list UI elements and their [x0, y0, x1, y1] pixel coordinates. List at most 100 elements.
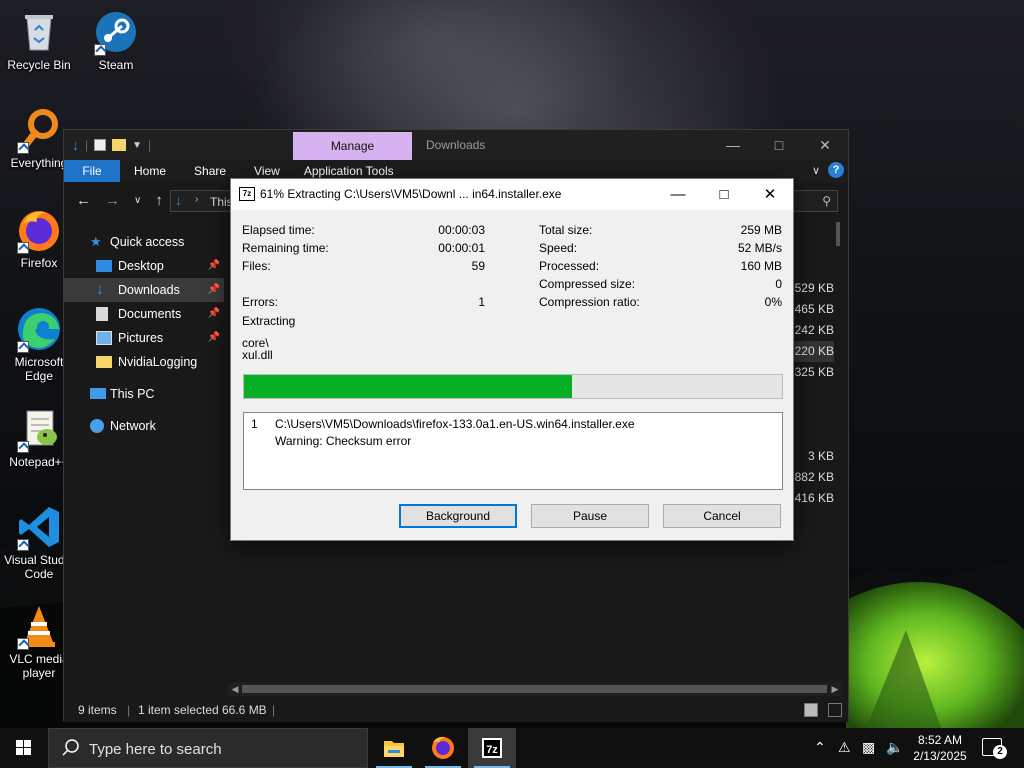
sidebar-item-pictures[interactable]: Pictures 📌: [64, 326, 224, 350]
sidebar-item-label: This PC: [110, 387, 155, 401]
taskbar-search-box[interactable]: Type here to search: [48, 728, 368, 768]
taskbar-file-explorer[interactable]: [370, 728, 418, 768]
compressed-size-value: 0: [775, 277, 782, 291]
properties-icon[interactable]: [94, 139, 107, 151]
svg-text:7z: 7z: [486, 744, 498, 756]
network-icon[interactable]: ▩: [862, 739, 875, 756]
processed-value: 160 MB: [740, 259, 782, 273]
message-path: C:\Users\VM5\Downloads\firefox-133.0a1.e…: [275, 417, 635, 431]
notification-center-button[interactable]: 2: [982, 738, 1007, 759]
tab-manage[interactable]: Manage: [293, 132, 412, 160]
expand-ribbon-icon[interactable]: ∨: [812, 164, 820, 177]
details-view-button[interactable]: [804, 703, 818, 717]
maximize-button[interactable]: □: [756, 130, 802, 160]
taskbar-7zip[interactable]: 7z: [468, 728, 516, 768]
desktop-icon-label: Steam: [98, 58, 134, 72]
documents-icon: [96, 307, 108, 321]
extract-progress-dialog[interactable]: 7z 61% Extracting C:\Users\VM5\Downl ...…: [230, 178, 794, 541]
close-button[interactable]: ✕: [747, 179, 793, 210]
notepadpp-icon: [15, 405, 63, 453]
desktop-icon-recycle-bin[interactable]: Recycle Bin: [0, 8, 78, 72]
tab-file[interactable]: File: [64, 160, 120, 182]
sidebar-item-label: Downloads: [118, 283, 180, 297]
back-button[interactable]: ←: [76, 192, 91, 209]
pause-button[interactable]: Pause: [531, 504, 649, 528]
current-file: xul.dll: [242, 348, 273, 362]
window-title: Downloads: [426, 138, 486, 152]
tab-home[interactable]: Home: [120, 160, 180, 182]
navigation-pane: ★ Quick access Desktop 📌 ↓ Downloads 📌 D…: [64, 230, 224, 438]
firefox-icon: [432, 736, 454, 759]
horizontal-scrollbar[interactable]: ◀ ▶: [228, 682, 842, 696]
file-size: 416 KB: [794, 491, 834, 505]
recent-locations-button[interactable]: ∨: [134, 195, 141, 206]
up-button[interactable]: ↑: [155, 192, 163, 209]
network-icon: [90, 419, 104, 433]
vscode-icon: [15, 503, 63, 551]
compression-ratio-value: 0%: [764, 295, 782, 309]
sidebar-item-desktop[interactable]: Desktop 📌: [64, 254, 224, 278]
sidebar-item-downloads[interactable]: ↓ Downloads 📌: [64, 278, 224, 302]
explorer-titlebar[interactable]: ↓ | ▼ | Manage Downloads — □ ✕: [64, 130, 848, 160]
system-clock[interactable]: 8:52 AM 2/13/2025: [908, 732, 972, 764]
large-icons-view-button[interactable]: [828, 703, 842, 717]
pin-icon[interactable]: 📌: [208, 278, 220, 302]
files-label: Files:: [242, 259, 271, 273]
sidebar-item-this-pc[interactable]: This PC: [64, 382, 224, 406]
volume-muted-icon[interactable]: 🔈: [886, 739, 903, 756]
errors-value: 1: [478, 295, 485, 309]
file-size: 242 KB: [794, 323, 834, 337]
vertical-scrollbar[interactable]: [836, 222, 840, 246]
close-button[interactable]: ✕: [802, 130, 848, 160]
message-warning: Warning: Checksum error: [275, 434, 412, 448]
message-list[interactable]: 1 C:\Users\VM5\Downloads\firefox-133.0a1…: [243, 412, 783, 490]
pin-icon[interactable]: 📌: [208, 302, 220, 326]
speed-label: Speed:: [539, 241, 578, 255]
sidebar-item-label: Pictures: [118, 331, 164, 345]
pin-icon[interactable]: 📌: [208, 254, 220, 278]
windows-logo-icon: [16, 740, 31, 755]
start-button[interactable]: [0, 728, 48, 768]
taskbar-firefox[interactable]: [419, 728, 467, 768]
download-arrow-icon[interactable]: ↓: [72, 137, 79, 153]
file-size: [792, 383, 834, 404]
maximize-button[interactable]: □: [701, 179, 747, 210]
clock-time: 8:52 AM: [917, 733, 963, 747]
file-size: 220 KB: [792, 341, 834, 362]
compressed-size-label: Compressed size:: [539, 277, 636, 291]
files-value: 59: [471, 259, 485, 273]
security-icon[interactable]: ⚠: [838, 739, 851, 756]
help-button[interactable]: ?: [828, 162, 844, 178]
show-hidden-icons-button[interactable]: ⌃: [814, 739, 826, 756]
desktop-icon-steam[interactable]: Steam: [77, 8, 155, 72]
remaining-time-label: Remaining time:: [242, 241, 329, 255]
file-size: 3 KB: [807, 449, 834, 463]
new-folder-icon[interactable]: [112, 139, 127, 151]
dialog-titlebar[interactable]: 7z 61% Extracting C:\Users\VM5\Downl ...…: [231, 179, 793, 210]
customize-toolbar-icon[interactable]: ▼: [132, 140, 142, 151]
file-size-column: 529 KB 465 KB 242 KB 220 KB 325 KB 3 KB …: [792, 278, 834, 509]
extraction-progress-bar: [243, 374, 783, 399]
minimize-button[interactable]: —: [710, 130, 756, 160]
errors-label: Errors:: [242, 295, 278, 309]
scrollbar-thumb[interactable]: [242, 685, 827, 693]
sidebar-item-label: Network: [110, 419, 156, 433]
status-separator: |: [127, 703, 131, 717]
pin-icon[interactable]: 📌: [208, 326, 220, 350]
sidebar-item-label: NvidiaLogging: [118, 355, 198, 369]
pictures-icon: [96, 331, 112, 345]
item-count: 9 items: [78, 703, 117, 717]
scroll-right-icon[interactable]: ▶: [828, 682, 842, 696]
minimize-button[interactable]: —: [655, 179, 701, 210]
desktop-folder-icon: [96, 260, 112, 272]
sidebar-item-nvidialogging[interactable]: NvidiaLogging: [64, 350, 224, 374]
scroll-left-icon[interactable]: ◀: [228, 682, 242, 696]
sidebar-item-quick-access[interactable]: ★ Quick access: [64, 230, 224, 254]
background-button[interactable]: Background: [399, 504, 517, 528]
sidebar-item-network[interactable]: Network: [64, 414, 224, 438]
sidebar-item-documents[interactable]: Documents 📌: [64, 302, 224, 326]
forward-button[interactable]: →: [105, 192, 120, 209]
cancel-button[interactable]: Cancel: [663, 504, 781, 528]
status-separator: |: [272, 703, 276, 717]
desktop-icon-label: Everything: [10, 156, 68, 170]
